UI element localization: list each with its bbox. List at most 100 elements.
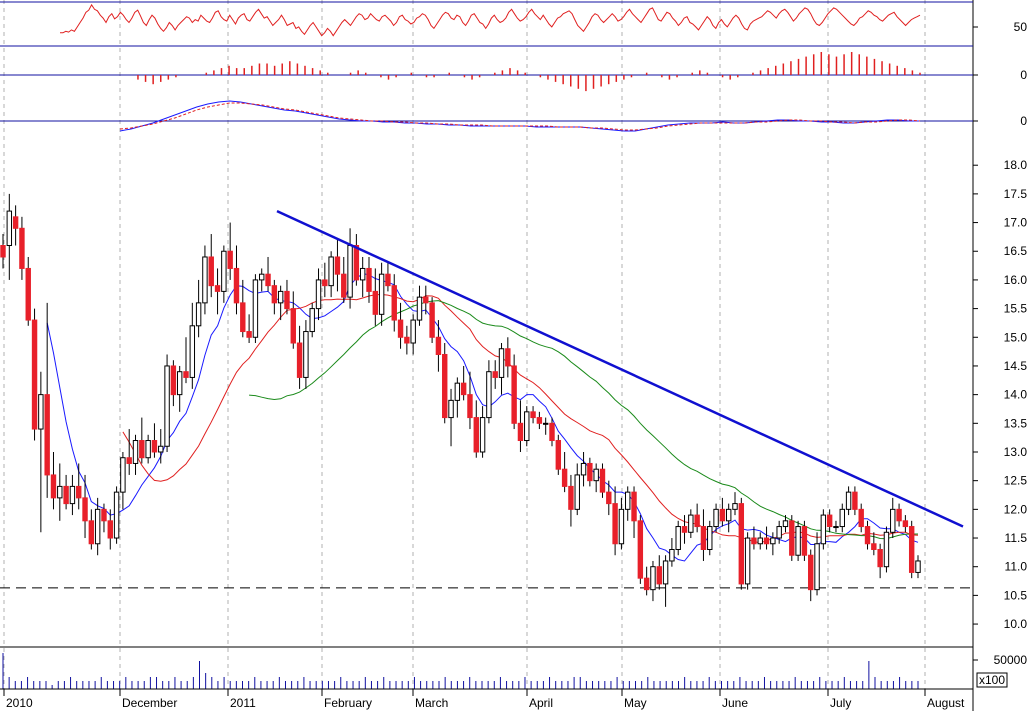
candle-down xyxy=(435,336,442,355)
candle-up xyxy=(776,526,782,539)
candle-down xyxy=(214,285,221,292)
candle-up xyxy=(145,440,151,459)
candle-up xyxy=(38,394,44,430)
candle-down xyxy=(227,250,233,269)
volume-tick-label: 50000 xyxy=(994,653,1028,667)
candle-up xyxy=(915,560,921,573)
candle-down xyxy=(372,290,379,315)
candle-down xyxy=(183,371,189,378)
candle-up xyxy=(347,245,353,298)
candle-down xyxy=(808,554,814,591)
candle-up xyxy=(189,325,196,378)
price-tick-label: 13.5 xyxy=(1004,416,1028,430)
candle-down xyxy=(789,520,795,556)
price-tick-label: 17.0 xyxy=(1004,216,1028,230)
candle-down xyxy=(19,227,25,269)
candle-up xyxy=(883,531,890,568)
x-tick-label-august: August xyxy=(927,696,965,710)
candle-down xyxy=(763,537,770,545)
candle-down xyxy=(208,256,214,287)
candle-up xyxy=(113,491,120,539)
candle-down xyxy=(568,485,574,510)
candle-down xyxy=(366,267,372,292)
candle-down xyxy=(44,394,50,476)
candle-down xyxy=(322,279,328,287)
candle-up xyxy=(259,273,265,281)
candle-up xyxy=(542,422,549,425)
macd-tick-label: 0 xyxy=(1020,114,1027,128)
candle-up xyxy=(359,267,366,281)
candle-down xyxy=(505,348,511,367)
rsi-tick-label: 50 xyxy=(1014,20,1028,34)
macd-histogram-panel xyxy=(137,52,921,92)
candle-down xyxy=(681,526,688,533)
candle-down xyxy=(139,440,145,459)
x-tick-label-july: July xyxy=(830,696,851,710)
candle-up xyxy=(593,468,599,482)
candle-up xyxy=(120,457,126,493)
candle-down xyxy=(902,520,909,528)
price-tick-label: 14.0 xyxy=(1004,388,1028,402)
candle-down xyxy=(265,273,271,287)
candle-down xyxy=(587,462,593,482)
rsi-line xyxy=(60,3,921,37)
candle-down xyxy=(643,577,650,591)
candle-up xyxy=(158,445,164,453)
candle-down xyxy=(385,273,391,287)
candle-down xyxy=(631,491,637,522)
rsi-panel xyxy=(60,3,921,37)
price-tick-label: 10.5 xyxy=(1004,588,1028,602)
y-axis-labels: 50 0 0 10.0 10.5 11.0 11.5 12.0 12.5 13.0 13.5 14.0… xyxy=(973,20,1028,688)
candle-down xyxy=(397,319,404,338)
candle-down xyxy=(852,491,858,510)
candle-down xyxy=(429,302,435,338)
candle-down xyxy=(530,411,536,419)
candle-down xyxy=(511,365,517,424)
candle-down xyxy=(284,290,290,310)
candle-down xyxy=(864,526,871,545)
candle-up xyxy=(221,250,227,292)
resistance-trendline xyxy=(276,209,964,528)
vertical-gridlines xyxy=(3,0,926,689)
candle-up xyxy=(833,526,839,529)
price-tick-label: 10.0 xyxy=(1004,617,1028,631)
candle-down xyxy=(877,548,883,568)
price-tick-label: 16.0 xyxy=(1004,273,1028,287)
candle-down xyxy=(536,417,543,424)
candle-up xyxy=(378,273,385,315)
price-tick-label: 12.5 xyxy=(1004,474,1028,488)
candle-up xyxy=(839,508,845,528)
candle-up xyxy=(707,526,713,550)
price-tick-label: 18.0 xyxy=(1004,158,1028,172)
candle-up xyxy=(725,508,732,522)
candle-up xyxy=(277,290,284,304)
candle-down xyxy=(101,508,107,522)
candle-down xyxy=(63,485,69,505)
x-tick-label-june: June xyxy=(722,696,748,710)
candle-up xyxy=(448,399,454,419)
candle-down xyxy=(700,526,707,550)
candle-down xyxy=(606,491,612,505)
candle-down xyxy=(0,245,6,258)
macd-line xyxy=(119,100,920,132)
candle-up xyxy=(57,485,63,499)
macd-hist-tick-label: 0 xyxy=(1020,68,1027,82)
candle-down xyxy=(31,319,38,430)
candle-down xyxy=(442,353,448,419)
price-panel xyxy=(0,193,973,607)
candle-down xyxy=(82,497,88,522)
candle-up xyxy=(625,491,631,510)
candle-up xyxy=(498,348,505,378)
candle-up xyxy=(94,508,101,545)
price-tick-label: 16.5 xyxy=(1004,244,1028,258)
candle-down xyxy=(240,302,246,333)
candle-up xyxy=(618,508,625,545)
candle-down xyxy=(492,371,498,378)
volume-unit-label: x100 xyxy=(979,673,1005,687)
candle-down xyxy=(908,526,915,573)
candle-down xyxy=(50,474,57,499)
candle-up xyxy=(744,537,751,585)
candle-up xyxy=(662,560,669,585)
price-tick-label: 17.5 xyxy=(1004,187,1028,201)
candle-down xyxy=(391,285,397,321)
